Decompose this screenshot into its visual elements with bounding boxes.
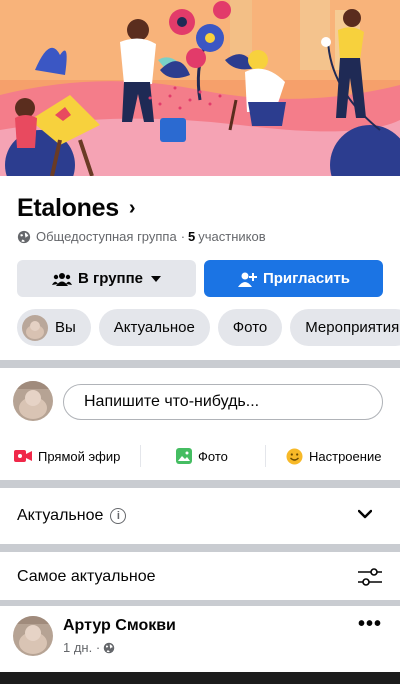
chip-label: Актуальное [113, 319, 195, 336]
more-dots-icon[interactable]: ••• [358, 614, 382, 634]
in-group-button[interactable]: В группе [17, 260, 196, 297]
globe-icon [103, 642, 115, 653]
sort-title: Самое актуальное [17, 568, 156, 585]
chevron-down-icon[interactable] [358, 509, 372, 519]
sort-section[interactable]: Самое актуальное [0, 551, 400, 603]
group-privacy: Общедоступная группа [36, 229, 177, 244]
chip-photos[interactable]: Фото [217, 309, 283, 346]
feeling-button[interactable]: Настроение [286, 448, 381, 465]
add-person-icon [237, 272, 257, 287]
composer-placeholder: Напишите что-нибудь... [84, 393, 260, 410]
section-divider [0, 360, 400, 368]
chevron-right-icon[interactable]: › [129, 197, 136, 220]
member-label[interactable]: участников [198, 229, 265, 244]
composer-input[interactable]: Напишите что-нибудь... [63, 384, 383, 420]
in-group-label: В группе [77, 270, 144, 287]
member-count[interactable]: 5 [188, 229, 195, 244]
sort-sliders-icon[interactable] [357, 565, 383, 589]
invite-button[interactable]: Пригласить [204, 260, 383, 297]
divider [265, 445, 266, 467]
section-divider [0, 480, 400, 488]
post-author[interactable]: Артур Смокви [63, 617, 176, 635]
avatar[interactable] [13, 616, 53, 656]
chip-featured[interactable]: Актуальное [98, 309, 210, 346]
chip-label: Мероприятия [305, 319, 400, 336]
photo-button[interactable]: Фото [176, 448, 228, 464]
post-composer: Напишите что-нибудь... Прямой эфир Фото [0, 368, 400, 476]
post-media-preview [0, 672, 400, 684]
divider [140, 445, 141, 467]
globe-icon [17, 230, 31, 243]
group-title[interactable]: Etalones [17, 194, 119, 223]
group-title-row[interactable]: Etalones › [17, 194, 135, 223]
caret-down-icon [151, 275, 162, 282]
post: Артур Смокви 1 дн. · ••• [0, 606, 400, 672]
live-video-icon [14, 450, 32, 462]
chip-you[interactable]: Вы [17, 309, 91, 346]
featured-title: Актуальное [17, 507, 104, 524]
photo-label: Фото [198, 448, 228, 464]
chip-events[interactable]: Мероприятия [290, 309, 400, 346]
post-meta: 1 дн. · [63, 640, 115, 655]
feeling-icon [286, 448, 303, 464]
chip-label: Фото [232, 319, 268, 336]
feeling-label: Настроение [309, 448, 382, 464]
group-tabs: Вы Актуальное Фото Мероприятия [17, 309, 400, 346]
featured-section[interactable]: Актуальное i [0, 490, 400, 542]
avatar[interactable] [13, 381, 53, 421]
live-video-label: Прямой эфир [38, 448, 121, 464]
group-cover-image[interactable] [0, 0, 400, 176]
meta-separator: · [180, 229, 186, 244]
avatar [22, 314, 48, 341]
group-meta: Общедоступная группа · 5 участников [17, 229, 266, 244]
composer-actions: Прямой эфир Фото Настроение [0, 440, 400, 472]
post-time[interactable]: 1 дн. · [63, 640, 100, 655]
chip-label: Вы [55, 319, 76, 336]
info-icon[interactable]: i [110, 508, 127, 524]
members-icon [51, 272, 72, 286]
invite-label: Пригласить [262, 270, 351, 287]
photo-icon [176, 448, 192, 464]
live-video-button[interactable]: Прямой эфир [14, 449, 120, 464]
